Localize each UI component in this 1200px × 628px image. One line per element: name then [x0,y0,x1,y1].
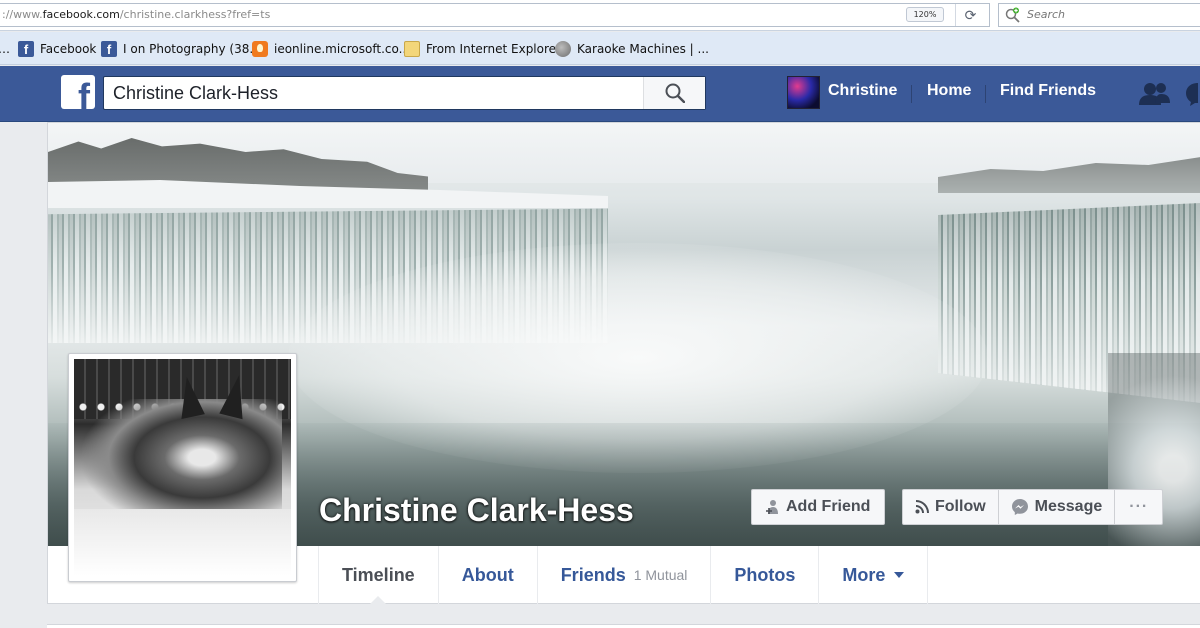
tab-label: More [842,564,886,585]
follow-label: Follow [935,498,986,515]
nav-divider [911,85,912,103]
nav-profile-link[interactable] [787,76,820,109]
facebook-search-input[interactable]: Christine Clark-Hess [103,76,706,110]
nav-divider [985,85,986,103]
nav-home[interactable]: Home [927,82,971,100]
nav-find-friends[interactable]: Find Friends [1000,82,1096,100]
search-button[interactable] [643,77,705,109]
favorite-facebook[interactable]: f Facebook [18,40,96,58]
tab-label: Photos [734,564,796,585]
ie-bulb-icon [252,41,268,57]
messenger-icon [1011,499,1028,515]
tab-more[interactable]: More [818,546,929,604]
search-icon [665,83,685,103]
facebook-icon: f [101,41,117,57]
add-friend-icon [766,500,778,514]
browser-address-row: ://www.facebook.com/christine.clarkhess?… [0,0,1200,31]
search-provider-icon [1005,7,1020,23]
folder-icon [404,41,420,57]
messages-icon[interactable] [1186,81,1200,107]
nav-user-name[interactable]: Christine [828,82,897,100]
message-button[interactable]: Message [999,490,1116,524]
caret-down-icon [894,572,905,578]
tab-timeline[interactable]: Timeline [318,546,438,605]
tab-label: Friends [560,564,626,585]
favorite-label: Facebook [40,42,97,56]
friend-requests-icon[interactable] [1138,81,1172,107]
favorite-label: ieonline.microsoft.co... [274,42,411,56]
facebook-logo[interactable]: f [61,75,95,109]
follow-button[interactable]: Follow [903,490,999,524]
tab-label: About [461,564,514,585]
more-options-icon: ··· [1129,498,1149,515]
add-friend-label: Add Friend [786,498,871,515]
facebook-icon: f [18,41,34,57]
favorite-from-internet-explorer[interactable]: From Internet Explorer [404,40,561,58]
profile-header-card: Christine Clark-Hess Add Friend Follow M… [47,122,1200,605]
favorite-label: Karaoke Machines | ... [577,42,709,56]
favorite-ieonline[interactable]: ieonline.microsoft.co... [252,40,410,58]
url-path: /christine.clarkhess?fref=ts [119,8,271,21]
refresh-button[interactable]: ⟳ [955,4,985,26]
favorite-label: I on Photography (38... [123,42,261,56]
browser-search-input[interactable]: Search [998,3,1200,27]
next-card-edge [47,624,1200,628]
favorites-bar: … f Facebook f I on Photography (38... i… [0,32,1200,65]
favorite-karaoke-machines[interactable]: Karaoke Machines | ... [555,40,709,58]
profile-actions-group: Follow Message ··· [902,489,1164,525]
tab-photos[interactable]: Photos [710,546,818,604]
url-prefix: ://www. [2,8,43,21]
message-label: Message [1034,498,1103,515]
browser-search-placeholder: Search [1027,8,1066,21]
favorite-i-on-photography[interactable]: f I on Photography (38... [101,40,261,58]
url-domain: facebook.com [42,8,120,21]
profile-name[interactable]: Christine Clark-Hess [319,492,634,529]
tab-friends[interactable]: Friends 1 Mutual [536,546,711,604]
rss-follow-icon [915,500,929,514]
mutual-friends-count: 1 Mutual [633,567,688,583]
avatar [787,76,820,109]
profile-photo-dog [74,359,291,576]
address-bar[interactable]: ://www.facebook.com/christine.clarkhess?… [0,3,990,27]
more-options-button[interactable]: ··· [1115,490,1162,524]
refresh-icon: ⟳ [964,7,977,23]
search-query: Christine Clark-Hess [113,83,279,103]
profile-tabs: Timeline About Friends 1 Mutual Photos M… [318,546,929,605]
profile-picture[interactable] [68,353,297,582]
globe-icon [555,41,571,57]
facebook-top-bar: f Christine Clark-Hess Christine Home Fi… [0,66,1200,122]
favorite-label: From Internet Explorer [426,42,561,56]
add-friend-button[interactable]: Add Friend [751,489,886,525]
tab-label: Timeline [342,564,415,585]
zoom-level-badge[interactable]: 120% [906,7,944,22]
favorites-overflow[interactable]: … [0,40,10,58]
tab-about[interactable]: About [437,546,537,604]
